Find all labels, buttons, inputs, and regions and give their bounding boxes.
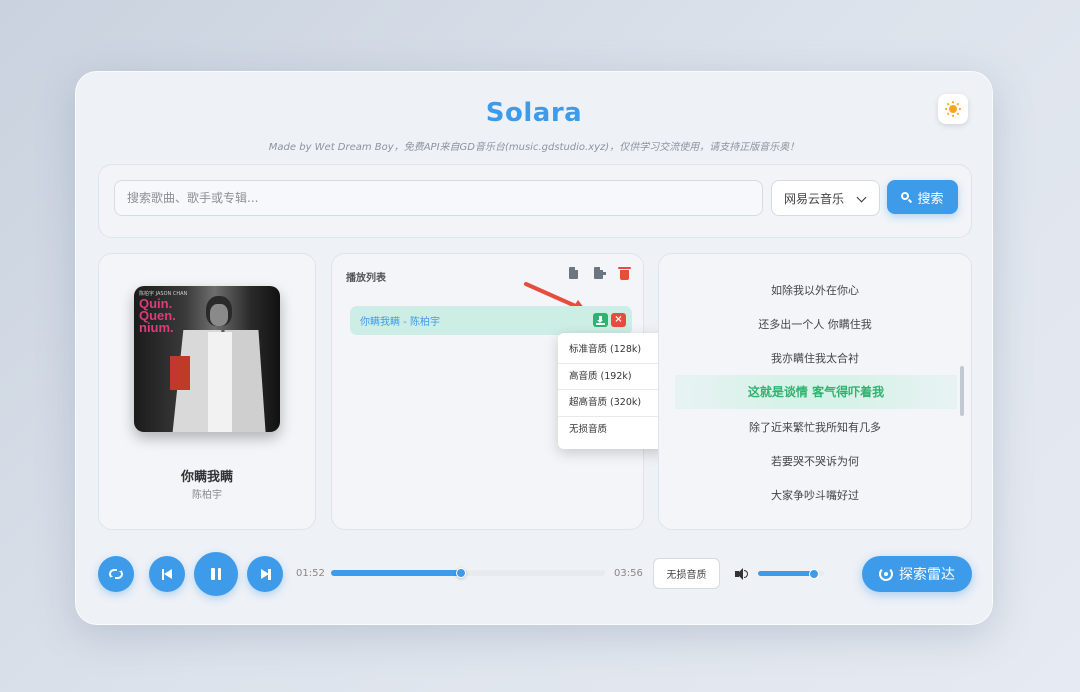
lyric-line: 还多出一个人 你瞒住我 [758,318,872,331]
explore-radar-label: 探索雷达 [899,567,955,583]
progress-thumb[interactable] [456,568,467,578]
playlist-header: 播放列表 [346,273,386,284]
now-playing-card: 陈柏宇 JASON CHAN Quin. Quen. nium. 你瞒我瞒 陈柏… [98,253,316,530]
pause-icon [211,568,221,580]
volume-icon[interactable] [735,568,749,580]
music-source-select[interactable]: 网易云音乐 [771,180,880,216]
playlist-item-label: 你瞒我瞒 - 陈柏宇 [360,317,440,328]
quality-button[interactable]: 无损音质 [653,558,720,589]
previous-button[interactable] [149,556,185,592]
sun-icon [945,101,961,117]
song-artist: 陈柏宇 [192,490,222,501]
skip-previous-icon [161,568,173,580]
volume-slider[interactable] [758,568,824,579]
duration-time: 03:56 [614,568,643,579]
lyrics-scrollbar[interactable] [960,366,964,416]
lyric-line: 如除我以外在你心 [771,284,859,297]
lyric-line: 除了近来繁忙我所知有几多 [749,421,881,434]
quality-option-lossless[interactable]: 无损音质 [558,417,668,444]
app-title: Solara [485,98,583,128]
lyric-line: 大家争吵斗嘴好过 [771,489,859,502]
quality-option-ultra[interactable]: 超高音质 (320k) [558,390,668,417]
quality-option-standard[interactable]: 标准音质 (128k) [558,337,668,364]
explore-radar-button[interactable]: 探索雷达 [862,556,972,592]
lyrics-card: 如除我以外在你心 还多出一个人 你瞒住我 我亦瞒住我太合衬 这就是谈情 客气得吓… [658,253,972,530]
play-pause-button[interactable] [194,552,238,596]
lyric-line: 若要哭不哭诉为何 [771,455,859,468]
search-button[interactable]: 搜索 [887,180,958,214]
search-input[interactable] [114,180,763,216]
playlist-card: 播放列表 你瞒我瞒 - 陈柏宇 × 标准音质 (128k) 高音质 (192k)… [331,253,668,530]
volume-thumb[interactable] [809,568,820,579]
remove-button[interactable]: × [611,313,626,327]
search-button-label: 搜索 [917,191,944,207]
song-title: 你瞒我瞒 [180,470,233,485]
quality-option-high[interactable]: 高音质 (192k) [558,364,668,390]
quality-menu: 标准音质 (128k) 高音质 (192k) 超高音质 (320k) 无损音质 [558,333,668,449]
chevron-down-icon [856,192,867,203]
progress-bar[interactable] [331,568,605,578]
repeat-icon [109,567,123,581]
album-cover[interactable]: 陈柏宇 JASON CHAN Quin. Quen. nium. [134,286,280,432]
loop-mode-button[interactable] [98,556,134,592]
lyric-line: 我亦瞒住我太合衬 [771,352,859,365]
lyric-line-active: 这就是谈情 客气得吓着我 [675,375,957,409]
music-source-label: 网易云音乐 [784,191,845,206]
volume-fill [758,571,815,576]
app-subtitle: Made by Wet Dream Boy，免费API来自GD音乐台(music… [268,142,800,153]
next-button[interactable] [247,556,283,592]
download-button[interactable] [593,313,608,327]
progress-fill [331,570,462,576]
theme-toggle-button[interactable] [938,94,968,124]
radar-icon [879,567,893,581]
playlist-item[interactable]: 你瞒我瞒 - 陈柏宇 × [350,306,632,335]
skip-next-icon [260,568,271,580]
search-icon [901,191,913,203]
clear-playlist-icon[interactable] [617,267,631,281]
app-window: Solara Made by Wet Dream Boy，免费API来自GD音乐… [75,71,993,625]
cover-title-text: Quin. Quen. nium. [139,296,176,335]
current-time: 01:52 [296,568,325,579]
search-panel: 网易云音乐 搜索 [98,164,972,238]
